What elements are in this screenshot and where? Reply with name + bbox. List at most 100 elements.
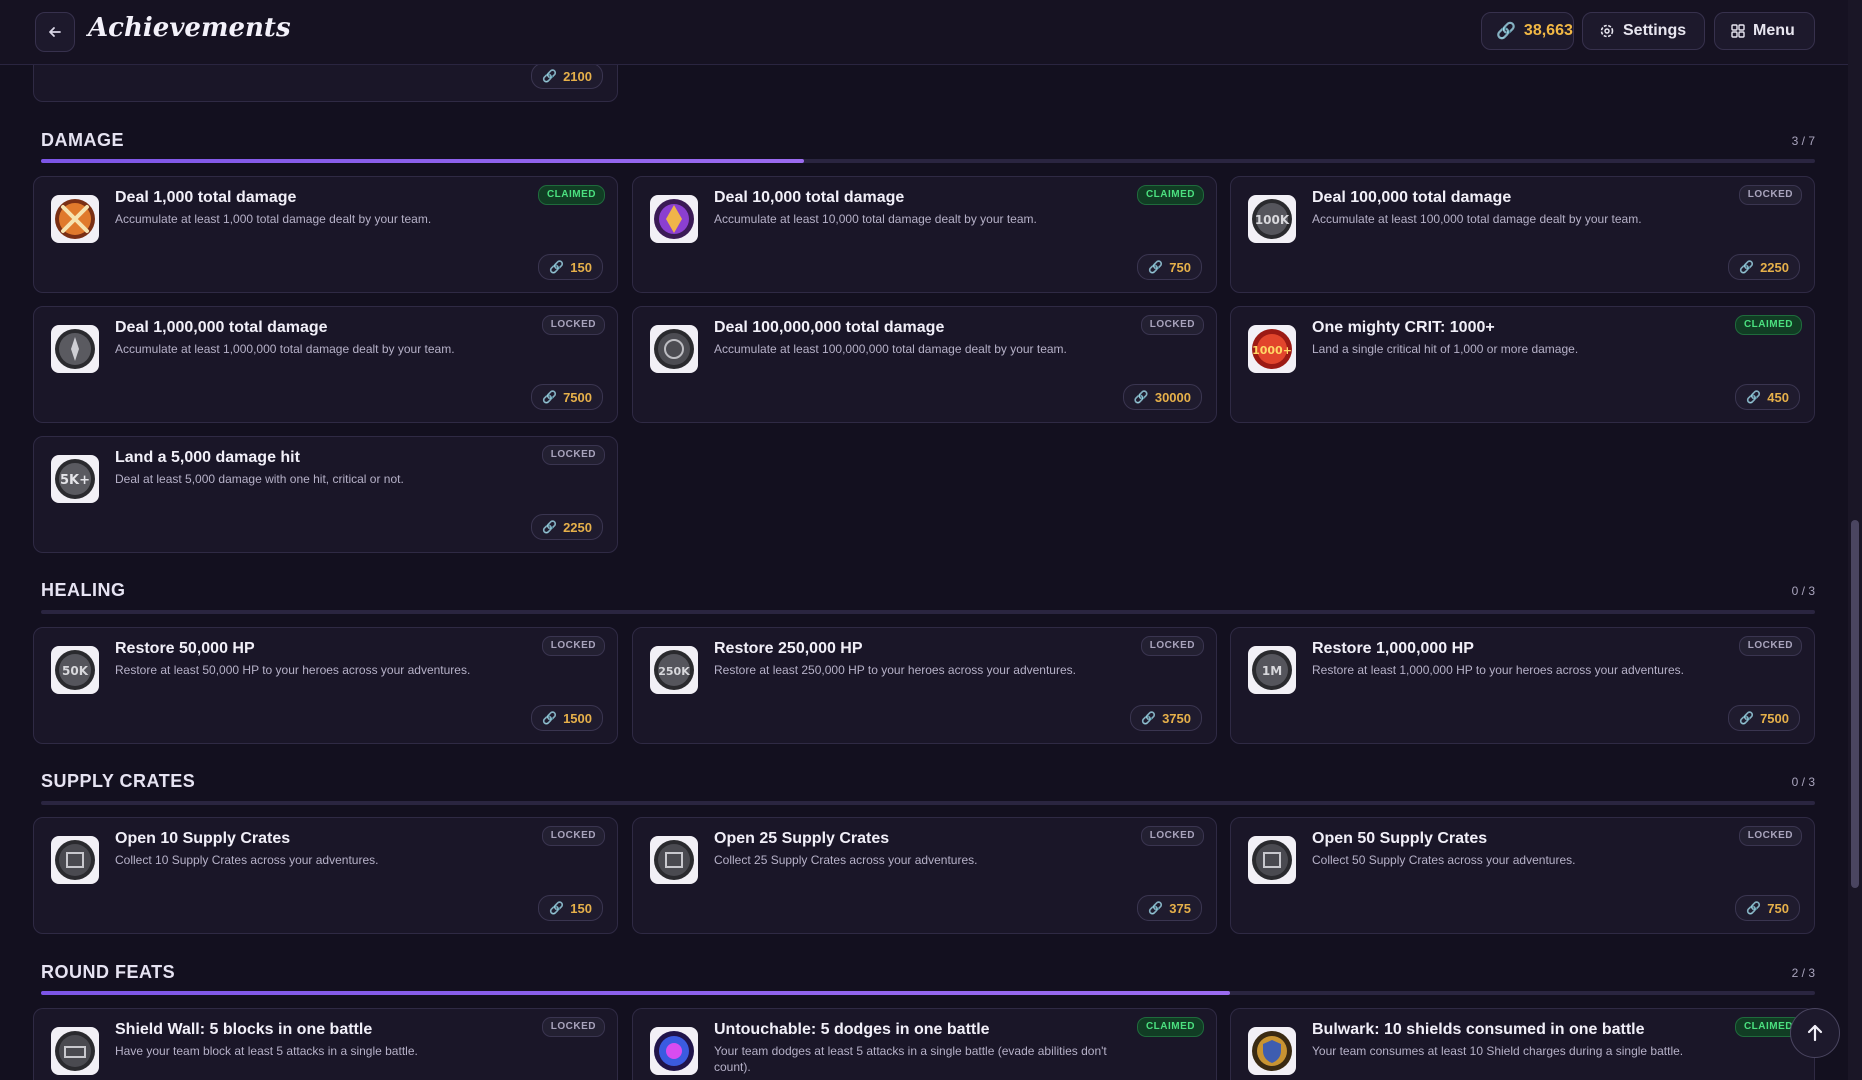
reward-amount: 2250 — [1760, 259, 1789, 275]
emblem-icon — [650, 325, 698, 373]
achievement-name: Restore 1,000,000 HP — [1312, 640, 1474, 657]
achievement-name: Land a 5,000 damage hit — [115, 449, 300, 466]
coin-icon: 🔗 — [1141, 711, 1157, 725]
achievement-desc: Your team dodges at least 5 attacks in a… — [714, 1044, 1107, 1074]
reward-pill: 🔗 450 — [1735, 384, 1800, 410]
status-badge: CLAIMED — [1136, 185, 1204, 205]
progress-fill — [41, 159, 804, 163]
reward-pill: 🔗 2250 — [531, 514, 603, 540]
arrow-up-icon — [1807, 1024, 1823, 1042]
bulwark-shield-icon — [1248, 1027, 1296, 1075]
achievement-desc: Accumulate at least 1,000,000 total dama… — [115, 342, 455, 356]
coin-icon: 🔗 — [1746, 901, 1762, 915]
reward-amount: 375 — [1169, 900, 1191, 916]
status-badge: LOCKED — [1738, 185, 1802, 205]
menu-label: Menu — [1753, 22, 1795, 39]
achievement-card[interactable]: Deal 1,000 total damage Accumulate at le… — [33, 176, 618, 293]
coin-icon: 🔗 — [1739, 260, 1755, 274]
achievement-card[interactable]: 50K Restore 50,000 HP Restore at least 5… — [33, 627, 618, 744]
1000-crit-icon: 1000+ — [1248, 325, 1296, 373]
5k-medal-icon: 5K+ — [51, 455, 99, 503]
section-header-damage: DAMAGE 3 / 7 — [41, 130, 1815, 160]
section-count: 3 / 7 — [1791, 134, 1815, 148]
achievement-card[interactable]: Shield Wall: 5 blocks in one battle Have… — [33, 1008, 618, 1080]
settings-label: Settings — [1623, 22, 1687, 39]
achievement-name: Bulwark: 10 shields consumed in one batt… — [1312, 1021, 1645, 1038]
achievement-card[interactable]: Open 50 Supply Crates Collect 50 Supply … — [1230, 817, 1815, 934]
svg-text:50K: 50K — [62, 664, 89, 678]
scroll-to-top-button[interactable] — [1790, 1008, 1840, 1058]
achievement-desc: Accumulate at least 100,000,000 total da… — [714, 342, 1067, 356]
coin-icon: 🔗 — [542, 390, 558, 404]
achievement-card[interactable]: 5K+ Land a 5,000 damage hit Deal at leas… — [33, 436, 618, 553]
achievement-card[interactable]: 250K Restore 250,000 HP Restore at least… — [632, 627, 1217, 744]
crate-medal-icon — [650, 836, 698, 884]
section-title: ROUND FEATS — [41, 962, 176, 982]
achievement-card[interactable]: Open 10 Supply Crates Collect 10 Supply … — [33, 817, 618, 934]
achievement-card[interactable]: Deal 100,000,000 total damage Accumulate… — [632, 306, 1217, 423]
coin-icon: 🔗 — [1739, 711, 1755, 725]
achievement-card[interactable]: 100K Deal 100,000 total damage Accumulat… — [1230, 176, 1815, 293]
achievement-desc: Restore at least 250,000 HP to your hero… — [714, 663, 1076, 677]
section-title: DAMAGE — [41, 130, 124, 150]
menu-button[interactable]: Menu — [1714, 12, 1815, 50]
reward-pill: 🔗 2100 — [531, 63, 603, 89]
section-title: SUPPLY CRATES — [41, 771, 196, 791]
reward-amount: 750 — [1767, 900, 1789, 916]
purple-gem-icon — [650, 195, 698, 243]
achievement-name: One mighty CRIT: 1000+ — [1312, 319, 1495, 336]
reward-amount: 150 — [570, 259, 592, 275]
achievement-card[interactable]: Deal 1,000,000 total damage Accumulate a… — [33, 306, 618, 423]
achievement-card[interactable]: 1000+ One mighty CRIT: 1000+ Land a sing… — [1230, 306, 1815, 423]
achievement-desc: Accumulate at least 100,000 total damage… — [1312, 212, 1642, 226]
status-badge: LOCKED — [1738, 636, 1802, 656]
status-badge: LOCKED — [1140, 636, 1204, 656]
achievement-card[interactable]: Untouchable: 5 dodges in one battle Your… — [632, 1008, 1217, 1080]
coin-icon: 🔗 — [542, 711, 558, 725]
achievement-desc: Collect 50 Supply Crates across your adv… — [1312, 853, 1576, 867]
100k-medal-icon: 100K — [1248, 195, 1296, 243]
reward-amount: 3750 — [1162, 710, 1191, 726]
coin-icon: 🔗 — [549, 260, 565, 274]
coin-balance[interactable]: 🔗 38,663 — [1481, 12, 1574, 50]
grid-icon — [1731, 24, 1745, 38]
status-badge: CLAIMED — [537, 185, 605, 205]
achievement-name: Open 25 Supply Crates — [714, 830, 890, 847]
coin-icon: 🔗 — [542, 69, 558, 83]
status-badge: LOCKED — [1140, 315, 1204, 335]
status-badge: LOCKED — [1738, 826, 1802, 846]
coin-amount: 38,663 — [1523, 22, 1573, 39]
section-count: 2 / 3 — [1791, 966, 1815, 980]
reward-amount: 30000 — [1154, 389, 1191, 405]
reward-pill: 🔗 3750 — [1130, 705, 1202, 731]
crate-medal-icon — [1248, 836, 1296, 884]
achievement-card[interactable]: Bulwark: 10 shields consumed in one batt… — [1230, 1008, 1815, 1080]
settings-button[interactable]: Settings — [1582, 12, 1705, 50]
coin-icon: 🔗 — [1148, 901, 1164, 915]
reward-pill: 🔗 1500 — [531, 705, 603, 731]
scrollbar-thumb[interactable] — [1851, 520, 1859, 888]
reward-pill: 🔗 7500 — [1728, 705, 1800, 731]
section-count: 0 / 3 — [1791, 775, 1815, 789]
status-badge: LOCKED — [541, 636, 605, 656]
reward-pill: 🔗 750 — [1137, 254, 1202, 280]
achievement-name: Deal 100,000,000 total damage — [714, 319, 945, 336]
status-badge: LOCKED — [541, 445, 605, 465]
section-title: HEALING — [41, 580, 126, 600]
section-progress-supply-crates — [41, 801, 1815, 805]
achievement-card[interactable]: Deal 10,000 total damage Accumulate at l… — [632, 176, 1217, 293]
swirl-orb-icon — [650, 1027, 698, 1075]
reward-amount: 7500 — [563, 389, 592, 405]
achievement-card[interactable]: 1M Restore 1,000,000 HP Restore at least… — [1230, 627, 1815, 744]
back-button[interactable] — [35, 12, 75, 52]
section-header-supply-crates: SUPPLY CRATES 0 / 3 — [41, 771, 1815, 801]
reward-amount: 7500 — [1760, 710, 1789, 726]
achievement-card[interactable]: Open 25 Supply Crates Collect 25 Supply … — [632, 817, 1217, 934]
svg-text:250K: 250K — [658, 665, 690, 678]
achievement-name: Open 50 Supply Crates — [1312, 830, 1488, 847]
reward-pill: 🔗 2250 — [1728, 254, 1800, 280]
achievement-desc: Accumulate at least 1,000 total damage d… — [115, 212, 432, 226]
reward-pill: 🔗 150 — [538, 895, 603, 921]
top-bar: Achievements 🔗 38,663 Settings Menu — [0, 0, 1848, 65]
achievement-desc: Collect 10 Supply Crates across your adv… — [115, 853, 379, 867]
